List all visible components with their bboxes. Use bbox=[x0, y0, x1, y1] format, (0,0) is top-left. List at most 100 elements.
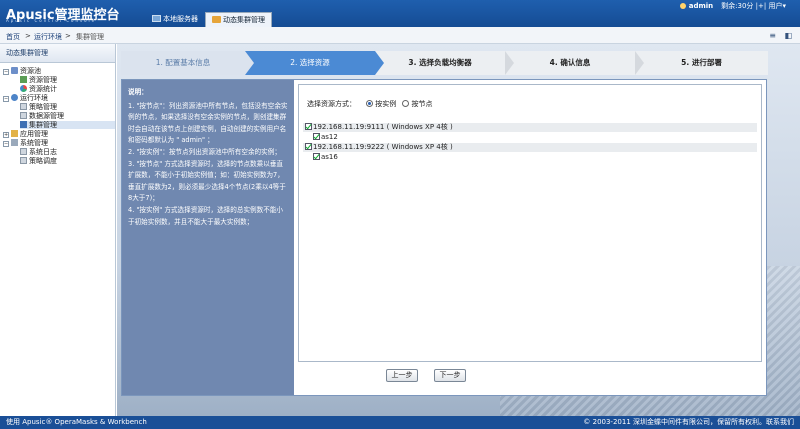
mode-selector: 选择资源方式： 按实例 按节点 bbox=[307, 99, 432, 109]
wizard-step-3: 3. 选择负载均衡器 bbox=[375, 51, 505, 75]
sidebar-item-label: 资源管理 bbox=[29, 76, 57, 84]
mode-option-instance[interactable]: 按实例 bbox=[375, 100, 396, 108]
breadcrumb-separator: > bbox=[25, 32, 31, 40]
help-line-4: 4. "按实例" 方式选择资源时，选择的总实例数不能小于初始实例数，并且不能大于… bbox=[128, 205, 284, 226]
sidebar-item-label: 资源统计 bbox=[29, 85, 57, 93]
sidebar-item-label: 策略管理 bbox=[29, 103, 57, 111]
instance-checkbox-2[interactable] bbox=[313, 153, 320, 160]
node-label-1: 192.168.11.19:9111 ( Windows XP 4核 ) bbox=[313, 123, 453, 131]
instance-label-1: as12 bbox=[321, 133, 338, 141]
resource-form: 选择资源方式： 按实例 按节点 192.168.11.19:9111 ( Win… bbox=[298, 84, 762, 362]
instance-item-2[interactable]: as16 bbox=[313, 153, 338, 162]
cluster-icon bbox=[20, 121, 27, 128]
sidebar-item-label: 集群管理 bbox=[29, 121, 57, 129]
node-checkbox-1[interactable] bbox=[305, 123, 312, 130]
tab-local-server[interactable]: 本地服务器 bbox=[146, 12, 204, 27]
footer: 使用 Apusic® OperaMasks & Workbench © 2003… bbox=[0, 416, 800, 429]
step-arrow bbox=[375, 51, 384, 75]
wizard-step-1: 1. 配置基本信息 bbox=[121, 51, 245, 75]
menu-icon[interactable]: ≡ bbox=[769, 31, 776, 40]
wizard-steps: 1. 配置基本信息 2. 选择资源 3. 选择负载均衡器 4. 确认信息 5. … bbox=[121, 51, 776, 79]
user-menu[interactable]: 用户▾ bbox=[768, 2, 786, 10]
document-icon bbox=[20, 103, 27, 110]
document-icon bbox=[20, 112, 27, 119]
step-arrow bbox=[245, 51, 254, 75]
help-line-1: 1. "按节点"：列出资源池中所有节点，包括没有空余实例的节点，如果选择没有空余… bbox=[128, 101, 288, 145]
collapse-icon[interactable]: − bbox=[3, 96, 9, 102]
sidebar-item-resource-pool[interactable]: − 资源池 bbox=[3, 67, 41, 75]
sidebar-item-runtime-env[interactable]: − 运行环境 bbox=[3, 94, 48, 102]
user-box: admin 剩余:30分 |+| 用户▾ bbox=[679, 1, 786, 11]
breadcrumb-cluster: 集群管理 bbox=[76, 33, 104, 41]
sidebar-item-resource-stats[interactable]: 资源统计 bbox=[20, 85, 57, 93]
pie-chart-icon bbox=[20, 85, 27, 92]
sidebar-item-label: 系统日志 bbox=[29, 148, 57, 156]
next-button[interactable]: 下一步 bbox=[434, 369, 466, 382]
sidebar-item-label: 运行环境 bbox=[20, 94, 48, 102]
sidebar-item-label: 资源池 bbox=[20, 67, 41, 75]
content-area: 1. 配置基本信息 2. 选择资源 3. 选择负载均衡器 4. 确认信息 5. … bbox=[117, 44, 800, 416]
sidebar-item-resource-manage[interactable]: 资源管理 bbox=[20, 76, 57, 84]
sidebar-title: 动态集群管理 bbox=[0, 44, 115, 63]
sidebar: 动态集群管理 − 资源池 资源管理 资源统计 − 运行环境 策略管理 数据源管理 集… bbox=[0, 44, 116, 416]
tab-dynamic-cluster[interactable]: 动态集群管理 bbox=[205, 12, 272, 27]
breadcrumb-separator: > bbox=[65, 32, 71, 40]
sidebar-item-system[interactable]: − 系统管理 bbox=[3, 139, 48, 147]
node-label-2: 192.168.11.19:9222 ( Windows XP 4核 ) bbox=[313, 143, 453, 151]
resource-pool-icon bbox=[11, 67, 18, 74]
server-icon bbox=[152, 15, 161, 22]
help-panel: 说明： 1. "按节点"：列出资源池中所有节点，包括没有空余实例的节点，如果选择… bbox=[122, 80, 294, 395]
sidebar-item-datasource[interactable]: 数据源管理 bbox=[20, 112, 64, 120]
username: admin bbox=[688, 2, 714, 10]
sidebar-item-label: 策略调度 bbox=[29, 157, 57, 165]
header-separator[interactable]: |+| bbox=[756, 2, 767, 10]
step-arrow bbox=[505, 51, 514, 75]
collapse-icon[interactable]: − bbox=[3, 69, 9, 75]
sidebar-item-syslog[interactable]: 系统日志 bbox=[20, 148, 57, 156]
instance-checkbox-1[interactable] bbox=[313, 133, 320, 140]
footer-left: 使用 Apusic® OperaMasks & Workbench bbox=[6, 418, 147, 426]
node-item-1[interactable]: 192.168.11.19:9111 ( Windows XP 4核 ) bbox=[305, 123, 453, 132]
tab-dynamic-cluster-label: 动态集群管理 bbox=[223, 16, 265, 24]
expand-icon[interactable]: + bbox=[3, 132, 9, 138]
breadcrumb-runtime[interactable]: 运行环境 bbox=[34, 32, 62, 42]
sidebar-item-label: 数据源管理 bbox=[29, 112, 64, 120]
instance-item-1[interactable]: as12 bbox=[313, 133, 338, 142]
sidebar-item-policy[interactable]: 策略管理 bbox=[20, 103, 57, 111]
sidebar-item-app[interactable]: + 应用管理 bbox=[3, 130, 48, 138]
help-title: 说明： bbox=[128, 88, 148, 96]
prev-button[interactable]: 上一步 bbox=[386, 369, 418, 382]
view-tools: ≡ ◧ bbox=[763, 31, 792, 40]
top-header: Apusic管理监控台 Apusic Control Console 本地服务器… bbox=[0, 0, 800, 27]
resource-manage-icon bbox=[20, 76, 27, 83]
mode-radio-node[interactable] bbox=[402, 100, 410, 107]
footer-right[interactable]: © 2003-2011 深圳金蝶中间件有限公司，保留所有权利。联系我们 bbox=[583, 416, 794, 429]
breadcrumb-home[interactable]: 首页 bbox=[6, 32, 20, 42]
mode-radio-instance[interactable] bbox=[366, 100, 374, 107]
sidebar-item-cluster[interactable]: 集群管理 bbox=[20, 121, 115, 129]
collapse-icon[interactable]: − bbox=[3, 141, 9, 147]
instance-label-2: as16 bbox=[321, 153, 338, 161]
app-logo: Apusic管理监控台 Apusic Control Console bbox=[6, 4, 120, 23]
sidebar-item-scheduling[interactable]: 策略调度 bbox=[20, 157, 57, 165]
sidebar-item-label: 应用管理 bbox=[20, 130, 48, 138]
document-icon bbox=[20, 157, 27, 164]
mode-label: 选择资源方式： bbox=[307, 100, 356, 108]
sidebar-item-label: 系统管理 bbox=[20, 139, 48, 147]
node-item-2[interactable]: 192.168.11.19:9222 ( Windows XP 4核 ) bbox=[305, 143, 453, 152]
node-checkbox-2[interactable] bbox=[305, 143, 312, 150]
mode-option-node[interactable]: 按节点 bbox=[411, 100, 432, 108]
main-panel: 说明： 1. "按节点"：列出资源池中所有节点，包括没有空余实例的节点，如果选择… bbox=[121, 79, 767, 396]
tab-local-server-label: 本地服务器 bbox=[163, 15, 198, 23]
help-line-3: 3. "按节点" 方式选择资源时，选择的节点数乘以垂直扩展数，不能小于初始实例值… bbox=[128, 159, 286, 203]
document-icon bbox=[20, 148, 27, 155]
panel-toggle-icon[interactable]: ◧ bbox=[784, 31, 792, 40]
breadcrumb: 首页 > 运行环境 > 集群管理 ≡ ◧ bbox=[0, 27, 800, 44]
step-arrow bbox=[635, 51, 644, 75]
globe-icon bbox=[11, 94, 18, 101]
session-remaining: 剩余:30分 bbox=[721, 2, 754, 10]
wizard-step-4: 4. 确认信息 bbox=[505, 51, 635, 75]
app-logo-subtitle: Apusic Control Console bbox=[6, 18, 97, 23]
user-icon bbox=[679, 3, 686, 9]
help-line-2: 2. "按实例"：按节点列出资源池中所有空余的实例； bbox=[128, 147, 281, 156]
